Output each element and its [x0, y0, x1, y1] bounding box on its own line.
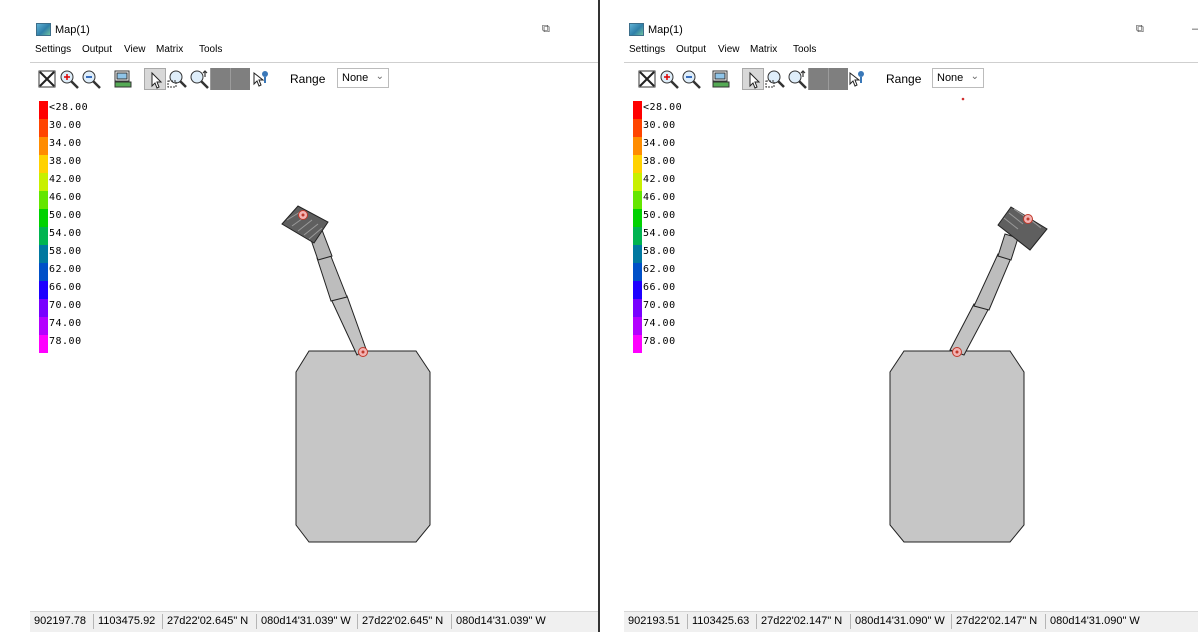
menu-output[interactable]: Output — [676, 44, 706, 55]
zoom-out-icon[interactable] — [680, 68, 702, 90]
zoom-extent-icon[interactable] — [36, 68, 58, 90]
status-bar: 902197.78 1103475.92 27d22'02.645" N 080… — [30, 611, 598, 632]
menu-divider — [30, 62, 598, 63]
boom-mid-section — [316, 253, 348, 302]
zoom-scale-icon[interactable] — [786, 68, 808, 90]
status-longitude: 080d14'31.090" W — [855, 615, 945, 627]
map-app-icon — [36, 23, 51, 36]
map-window-left: Map(1) ⧉ Settings Output View Matrix Too… — [0, 0, 598, 632]
map-window-right: Map(1) ⧉ – Settings Output View Matrix T… — [600, 0, 1198, 632]
layers-icon[interactable] — [710, 68, 732, 90]
restore-window-icon[interactable]: ⧉ — [542, 23, 550, 36]
title-bar: Map(1) ⧉ – — [600, 0, 1198, 36]
menu-tools[interactable]: Tools — [793, 44, 816, 55]
vessel-hull — [889, 350, 1025, 543]
range-select-value: None — [937, 72, 964, 84]
menu-bar: Settings Output View Matrix Tools — [600, 44, 1198, 60]
query-pointer-icon[interactable] — [249, 68, 271, 90]
range-select[interactable]: None ⌄ — [932, 68, 984, 88]
status-latitude-2: 27d22'02.147" N — [956, 615, 1038, 627]
menu-bar: Settings Output View Matrix Tools — [0, 44, 598, 60]
zoom-window-icon[interactable] — [764, 68, 786, 90]
range-select[interactable]: None ⌄ — [337, 68, 389, 88]
minimize-window-icon[interactable]: – — [1192, 23, 1198, 35]
toolbar-disabled-button — [808, 68, 828, 90]
boom-mid-section — [973, 253, 1012, 311]
menu-tools[interactable]: Tools — [199, 44, 222, 55]
status-longitude: 080d14'31.039" W — [261, 615, 351, 627]
range-select-value: None — [342, 72, 369, 84]
boom-tip-marker-center — [301, 213, 305, 217]
toolbar-disabled-button — [230, 68, 250, 90]
zoom-window-icon[interactable] — [166, 68, 188, 90]
status-longitude-2: 080d14'31.039" W — [456, 615, 546, 627]
status-longitude-2: 080d14'31.090" W — [1050, 615, 1140, 627]
menu-view[interactable]: View — [718, 44, 740, 55]
boom-pivot-marker-center — [361, 350, 365, 354]
map-marker-dot — [961, 97, 965, 101]
zoom-extent-icon[interactable] — [636, 68, 658, 90]
toolbar: Range None ⌄ — [600, 68, 1198, 94]
query-pointer-icon[interactable] — [845, 68, 867, 90]
map-canvas[interactable] — [600, 96, 1198, 606]
pointer-icon[interactable] — [742, 68, 764, 90]
layers-icon[interactable] — [112, 68, 134, 90]
status-latitude-2: 27d22'02.645" N — [362, 615, 444, 627]
chevron-down-icon: ⌄ — [375, 71, 384, 82]
chevron-down-icon: ⌄ — [970, 71, 979, 82]
menu-matrix[interactable]: Matrix — [156, 44, 183, 55]
map-canvas[interactable] — [0, 96, 598, 606]
zoom-scale-icon[interactable] — [188, 68, 210, 90]
menu-settings[interactable]: Settings — [35, 44, 71, 55]
menu-matrix[interactable]: Matrix — [750, 44, 777, 55]
status-latitude: 27d22'02.645" N — [167, 615, 249, 627]
vessel-hull — [295, 350, 431, 543]
map-app-icon — [629, 23, 644, 36]
window-title: Map(1) — [55, 24, 90, 36]
menu-view[interactable]: View — [124, 44, 146, 55]
boom-tip-marker-center — [1026, 217, 1030, 221]
restore-window-icon[interactable]: ⧉ — [1136, 23, 1144, 36]
pointer-icon[interactable] — [144, 68, 166, 90]
range-label: Range — [886, 72, 922, 86]
zoom-out-icon[interactable] — [80, 68, 102, 90]
zoom-in-icon[interactable] — [658, 68, 680, 90]
status-easting: 902193.51 — [628, 615, 680, 627]
toolbar: Range None ⌄ — [0, 68, 598, 94]
menu-divider — [624, 62, 1198, 63]
toolbar-disabled-button — [210, 68, 230, 90]
status-northing: 1103475.92 — [98, 615, 156, 627]
title-bar: Map(1) ⧉ — [0, 0, 598, 36]
status-easting: 902197.78 — [34, 615, 86, 627]
status-latitude: 27d22'02.147" N — [761, 615, 843, 627]
boom-lower-section — [330, 295, 367, 356]
boom-pivot-marker-center — [955, 350, 959, 354]
zoom-in-icon[interactable] — [58, 68, 80, 90]
menu-settings[interactable]: Settings — [629, 44, 665, 55]
status-bar: 902193.51 1103425.63 27d22'02.147" N 080… — [624, 611, 1198, 632]
range-label: Range — [290, 72, 326, 86]
window-title: Map(1) — [648, 24, 683, 36]
status-northing: 1103425.63 — [692, 615, 750, 627]
menu-output[interactable]: Output — [82, 44, 112, 55]
